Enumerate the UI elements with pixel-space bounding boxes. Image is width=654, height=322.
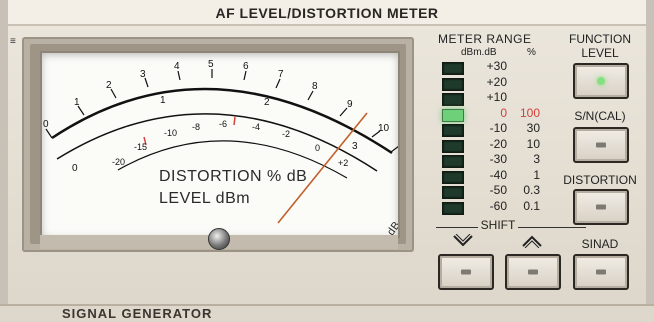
range-db-value: +10 xyxy=(486,90,507,104)
range-led xyxy=(442,124,464,137)
meter-range-db-header: dBm.dB xyxy=(461,47,497,58)
distortion-legend: DISTORTION % dB xyxy=(159,168,308,185)
top-scale-3: 3 xyxy=(140,69,146,80)
range-led xyxy=(442,78,464,91)
zero-adjust-screw[interactable] xyxy=(208,228,230,250)
distortion-button[interactable] xyxy=(573,189,629,225)
sn-cal-label: S/N(CAL) xyxy=(574,109,626,123)
range-db-value: +20 xyxy=(486,75,507,89)
footer-bar: SIGNAL GENERATOR xyxy=(0,304,654,322)
sinad-label: SINAD xyxy=(581,237,619,251)
low-scale-p2: +2 xyxy=(338,158,348,168)
shift-up-indicator-icon xyxy=(528,269,538,275)
mid-scale-0: 0 xyxy=(72,163,78,174)
sinad-button[interactable] xyxy=(573,254,629,290)
level-legend: LEVEL dBm xyxy=(159,190,251,207)
instrument-panel: AF LEVEL/DISTORTION METER ≡ 0 1 2 3 4 5 … xyxy=(0,0,654,322)
top-scale-7: 7 xyxy=(278,69,284,80)
meter-range-pct-header: % xyxy=(527,47,536,58)
sn-cal-indicator-icon xyxy=(596,142,606,148)
range-pct-value: 30 xyxy=(526,121,540,135)
range-db-value: -20 xyxy=(489,137,507,151)
low-scale-m20: -20 xyxy=(112,157,125,167)
range-pct-value: 0.1 xyxy=(523,199,540,213)
range-db-value: +30 xyxy=(486,59,507,73)
low-scale-m10: -10 xyxy=(164,128,177,138)
range-pct-value: 1 xyxy=(533,168,540,182)
range-pct-value: 3 xyxy=(533,152,540,166)
meter-red-tick-2 xyxy=(233,116,236,126)
range-db-value: -30 xyxy=(489,152,507,166)
range-pct-value: 10 xyxy=(526,137,540,151)
distortion-indicator-icon xyxy=(596,204,606,210)
range-pct-value: 100 xyxy=(519,106,540,120)
signal-generator-title: SIGNAL GENERATOR xyxy=(62,306,213,321)
top-scale-5: 5 xyxy=(208,59,214,70)
range-led xyxy=(442,155,464,168)
header-bar: AF LEVEL/DISTORTION METER xyxy=(0,0,654,26)
range-db-value: -60 xyxy=(489,199,507,213)
meter-range-title: METER RANGE xyxy=(438,32,532,46)
panel-mark: ≡ xyxy=(10,36,16,47)
function-label: FUNCTION LEVEL xyxy=(557,32,643,60)
shift-up-button[interactable] xyxy=(505,254,561,290)
top-scale-4: 4 xyxy=(174,61,180,72)
range-db-value: -40 xyxy=(489,168,507,182)
range-led xyxy=(442,62,464,75)
function-level-text: FUNCTION LEVEL xyxy=(569,32,631,60)
range-led xyxy=(442,109,464,122)
range-db-value: -50 xyxy=(489,183,507,197)
analog-meter-face: 0 1 2 3 4 5 6 7 8 9 10 0 1 2 3 -20 -15 -… xyxy=(40,51,400,238)
shift-down-button[interactable] xyxy=(438,254,494,290)
top-scale-2: 2 xyxy=(106,80,112,91)
left-side-trim xyxy=(0,0,8,322)
meter-scale-svg: 0 1 2 3 4 5 6 7 8 9 10 0 1 2 3 -20 -15 -… xyxy=(43,59,398,224)
shift-down-icon xyxy=(452,233,474,248)
shift-label: SHIFT xyxy=(478,218,518,232)
range-db-value: -10 xyxy=(489,121,507,135)
sinad-indicator-icon xyxy=(596,269,606,275)
mid-scale-2: 2 xyxy=(264,97,270,108)
low-scale-m8: -8 xyxy=(192,122,200,132)
range-pct-value: 0.3 xyxy=(523,183,540,197)
top-scale-1: 1 xyxy=(74,97,80,108)
top-scale-9: 9 xyxy=(347,99,353,110)
range-led xyxy=(442,202,464,215)
range-led xyxy=(442,171,464,184)
range-led xyxy=(442,93,464,106)
level-button[interactable] xyxy=(573,63,629,99)
range-led xyxy=(442,186,464,199)
range-led xyxy=(442,140,464,153)
top-scale-6: 6 xyxy=(243,61,249,72)
range-db-value: 0 xyxy=(500,106,507,120)
meter-arc-middle xyxy=(56,113,378,172)
right-side-trim xyxy=(646,0,654,322)
mid-scale-3: 3 xyxy=(352,141,358,152)
low-scale-m4: -4 xyxy=(252,122,260,132)
top-scale-10: 10 xyxy=(378,123,390,134)
low-scale-0: 0 xyxy=(315,143,320,153)
distortion-function-label: DISTORTION xyxy=(563,173,637,187)
top-scale-8: 8 xyxy=(312,81,318,92)
top-scale-0: 0 xyxy=(43,119,49,130)
low-scale-m6: -6 xyxy=(219,119,227,129)
sn-cal-button[interactable] xyxy=(573,127,629,163)
mid-scale-1: 1 xyxy=(160,95,166,106)
panel-title: AF LEVEL/DISTORTION METER xyxy=(215,5,439,21)
low-scale-m2: -2 xyxy=(282,129,290,139)
low-scale-m15: -15 xyxy=(134,142,147,152)
shift-down-indicator-icon xyxy=(461,269,471,275)
shift-up-icon xyxy=(521,234,543,249)
level-indicator-icon xyxy=(597,77,605,85)
